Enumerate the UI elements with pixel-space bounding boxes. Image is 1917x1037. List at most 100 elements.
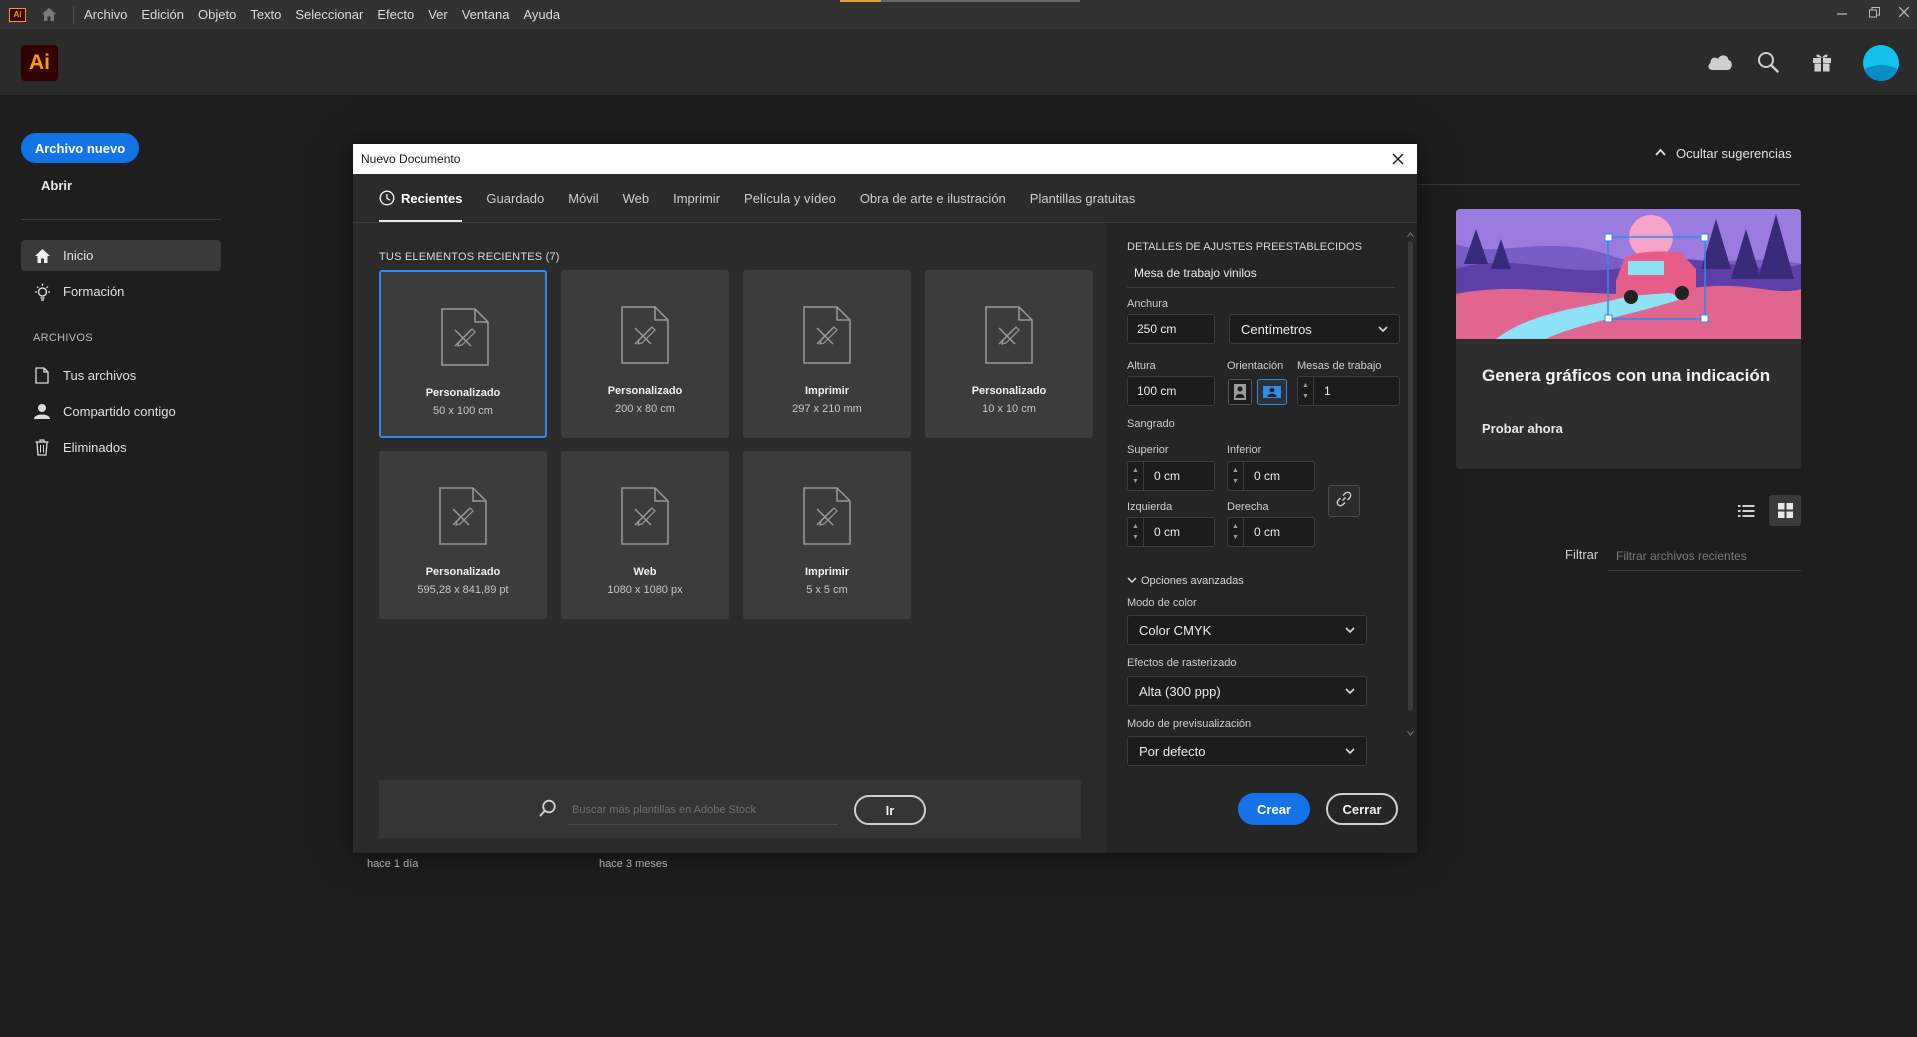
search-icon[interactable]: [1753, 47, 1783, 77]
tile-dimensions: 1080 x 1080 px: [607, 584, 683, 596]
list-view-button[interactable]: [1730, 495, 1762, 526]
menu-item-seleccionar[interactable]: Seleccionar: [288, 0, 370, 29]
preset-details-pane: DETALLES DE AJUSTES PREESTABLECIDOS Anch…: [1107, 223, 1417, 853]
close-window-icon[interactable]: [1892, 2, 1916, 22]
tile-dimensions: 595,28 x 841,89 pt: [417, 584, 509, 596]
recent-tile[interactable]: Web 1080 x 1080 px: [561, 451, 729, 619]
portrait-orientation-button[interactable]: [1228, 379, 1252, 405]
stepper-arrows[interactable]: ▲ ▼: [1228, 462, 1244, 490]
tab-saved[interactable]: Guardado: [486, 174, 544, 222]
menu-item-objeto[interactable]: Objeto: [191, 0, 243, 29]
stepper-arrows[interactable]: ▲ ▼: [1128, 518, 1144, 546]
filter-input[interactable]: [1608, 541, 1801, 571]
recent-tile[interactable]: Personalizado 200 x 80 cm: [561, 270, 729, 438]
lightbulb-icon: [33, 283, 51, 301]
minimize-icon[interactable]: [1830, 2, 1854, 22]
landscape-orientation-button[interactable]: [1257, 379, 1287, 405]
scrollbar-thumb[interactable]: [1408, 241, 1413, 711]
recent-time-label: hace 1 día: [367, 858, 419, 870]
link-bleed-button[interactable]: [1328, 485, 1360, 517]
bleed-top-value: 0 cm: [1154, 469, 1181, 483]
advanced-options-toggle[interactable]: Opciones avanzadas: [1127, 575, 1244, 587]
home-icon[interactable]: [39, 6, 59, 24]
bleed-bottom-stepper[interactable]: ▲ ▼ 0 cm: [1227, 461, 1315, 491]
close-icon[interactable]: [1389, 150, 1407, 168]
tile-name: Personalizado: [971, 385, 1047, 397]
cloud-icon[interactable]: [1705, 47, 1735, 77]
tile-name: Personalizado: [425, 566, 501, 578]
sidebar-item-home[interactable]: Inicio: [21, 240, 221, 271]
width-field[interactable]: 250 cm: [1127, 314, 1215, 344]
recent-tile[interactable]: Personalizado 595,28 x 841,89 pt: [379, 451, 547, 619]
bleed-left-label: Izquierda: [1127, 501, 1173, 513]
avatar[interactable]: [1863, 45, 1899, 81]
menu-items: Archivo Edición Objeto Texto Seleccionar Efec…: [84, 0, 567, 29]
go-button[interactable]: Ir: [854, 795, 926, 825]
artboards-value: 1: [1324, 384, 1331, 398]
menu-item-efecto[interactable]: Efecto: [370, 0, 421, 29]
preset-name-field[interactable]: [1127, 258, 1395, 288]
bleed-top-stepper[interactable]: ▲ ▼ 0 cm: [1127, 461, 1215, 491]
sidebar-item-shared[interactable]: Compartido contigo: [21, 396, 221, 427]
sidebar-item-label: Eliminados: [63, 440, 127, 455]
grid-view-button[interactable]: [1769, 495, 1801, 526]
tab-mobile[interactable]: Móvil: [568, 174, 598, 222]
document-icon: [621, 487, 669, 545]
menu-item-ventana[interactable]: Ventana: [455, 0, 517, 29]
tab-film-video[interactable]: Película y vídeo: [744, 174, 836, 222]
color-mode-label: Modo de color: [1127, 597, 1197, 609]
hide-suggestions-button[interactable]: Ocultar sugerencias: [1655, 146, 1792, 161]
stepper-arrows[interactable]: ▲ ▼: [1128, 462, 1144, 490]
sidebar-item-your-files[interactable]: Tus archivos: [21, 360, 221, 391]
sidebar-item-learn[interactable]: Formación: [21, 276, 221, 307]
tab-print[interactable]: Imprimir: [673, 174, 720, 222]
menu-item-ayuda[interactable]: Ayuda: [516, 0, 567, 29]
height-field[interactable]: 100 cm: [1127, 376, 1215, 406]
details-scrollbar[interactable]: [1407, 231, 1414, 739]
tile-name: Personalizado: [425, 387, 501, 399]
recent-tile[interactable]: Imprimir 297 x 210 mm: [743, 270, 911, 438]
units-select[interactable]: Centímetros: [1229, 314, 1400, 344]
files-section-title: ARCHIVOS: [33, 332, 93, 344]
stock-search-input[interactable]: [568, 795, 838, 825]
menu-item-edici-n[interactable]: Edición: [134, 0, 191, 29]
tab-free-templates[interactable]: Plantillas gratuitas: [1030, 174, 1136, 222]
chevron-down-icon: [1344, 745, 1356, 757]
menu-item-archivo[interactable]: Archivo: [84, 0, 134, 29]
tile-dimensions: 297 x 210 mm: [792, 403, 862, 415]
sidebar-item-label: Inicio: [63, 248, 94, 263]
recent-tile[interactable]: Imprimir 5 x 5 cm: [743, 451, 911, 619]
tab-web[interactable]: Web: [623, 174, 650, 222]
tab-label: Guardado: [486, 190, 545, 206]
color-mode-select[interactable]: Color CMYK: [1127, 615, 1367, 645]
promo-illustration: [1456, 209, 1801, 339]
tab-label: Web: [622, 190, 650, 206]
raster-effects-select[interactable]: Alta (300 ppp): [1127, 676, 1367, 706]
illustrator-logo: Ai: [21, 45, 58, 81]
stepper-arrows[interactable]: ▲ ▼: [1228, 518, 1244, 546]
recent-tile[interactable]: Personalizado 50 x 100 cm: [379, 270, 547, 438]
bleed-right-stepper[interactable]: ▲ ▼ 0 cm: [1227, 517, 1315, 547]
tile-name: Imprimir: [804, 385, 849, 397]
artboards-stepper[interactable]: ▲ ▼ 1: [1297, 376, 1400, 406]
try-now-link[interactable]: Probar ahora: [1482, 421, 1563, 436]
restore-icon[interactable]: [1862, 2, 1886, 22]
sidebar-item-deleted[interactable]: Eliminados: [21, 432, 221, 463]
create-button[interactable]: Crear: [1238, 793, 1310, 825]
close-button[interactable]: Cerrar: [1326, 793, 1398, 825]
promo-card[interactable]: Genera gráficos con una indicación Proba…: [1456, 209, 1801, 469]
app-header: Ai: [0, 29, 1917, 95]
bleed-label: Sangrado: [1127, 418, 1175, 430]
stepper-arrows[interactable]: ▲ ▼: [1298, 377, 1314, 405]
bleed-left-stepper[interactable]: ▲ ▼ 0 cm: [1127, 517, 1215, 547]
menu-item-texto[interactable]: Texto: [243, 0, 288, 29]
gift-icon[interactable]: [1807, 47, 1837, 77]
menu-item-ver[interactable]: Ver: [421, 0, 455, 29]
preview-mode-select[interactable]: Por defecto: [1127, 736, 1367, 766]
tab-recent[interactable]: Recientes: [379, 174, 463, 222]
new-file-button[interactable]: Archivo nuevo: [21, 133, 139, 163]
recent-time-label: hace 3 meses: [599, 858, 668, 870]
recent-tile[interactable]: Personalizado 10 x 10 cm: [925, 270, 1093, 438]
tab-art-illustration[interactable]: Obra de arte e ilustración: [860, 174, 1006, 222]
open-button[interactable]: Abrir: [41, 178, 72, 193]
